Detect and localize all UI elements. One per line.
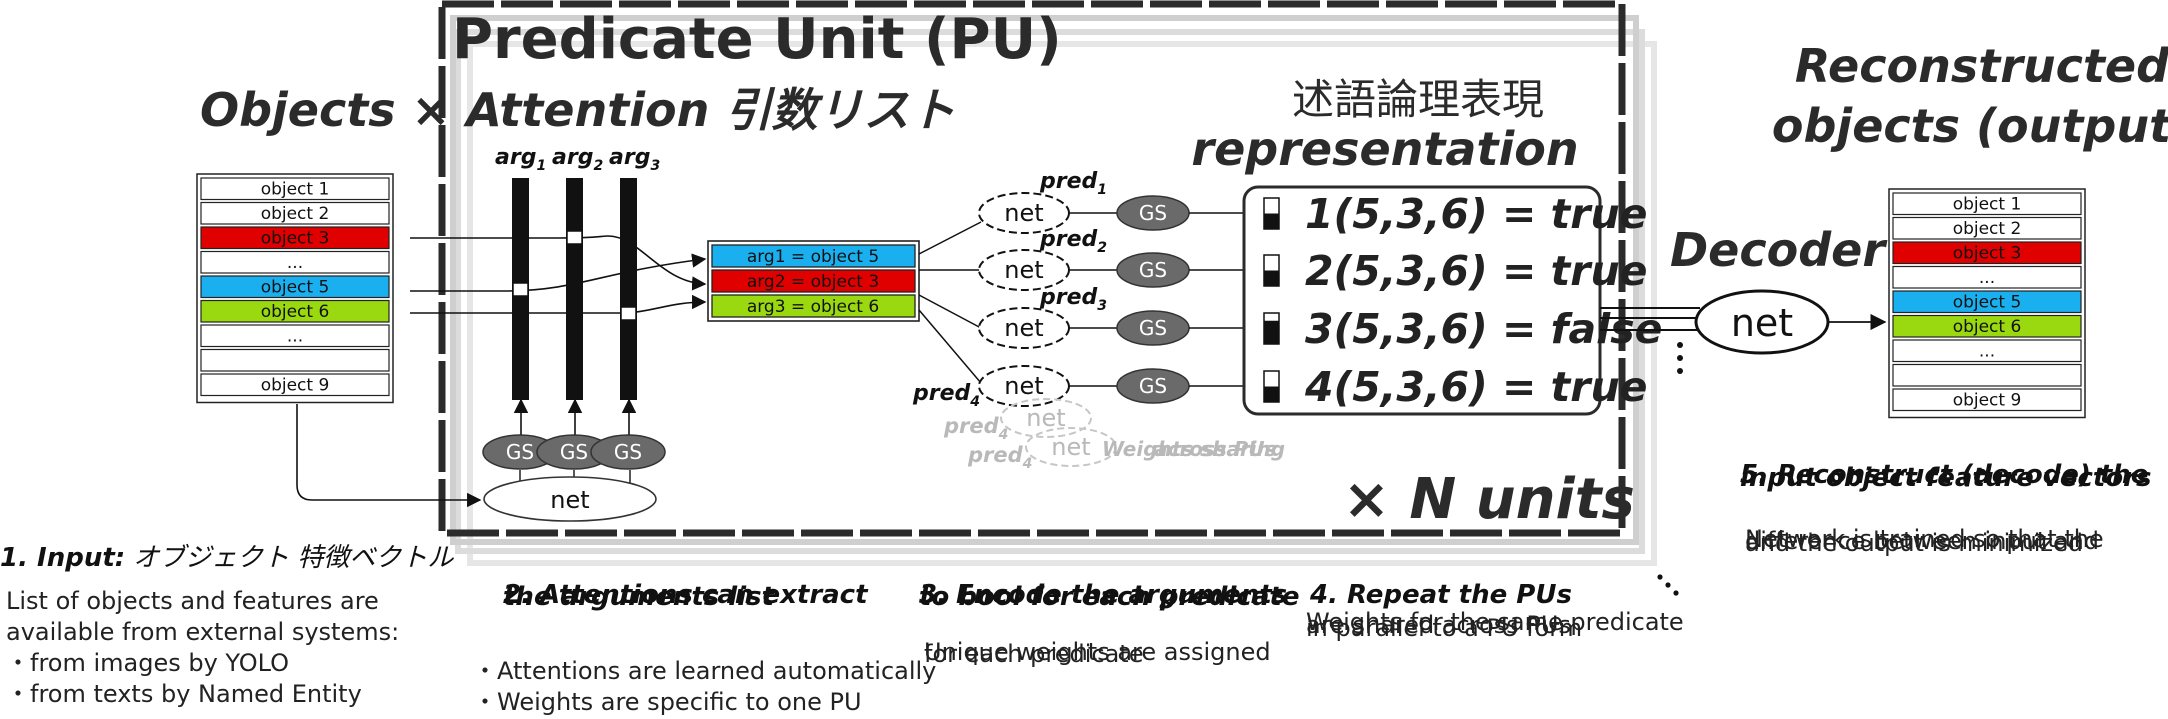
attention-selector-1 xyxy=(512,282,529,297)
output-object-list: object 1 object 2 object 3... object 5 objec… xyxy=(1888,188,2086,419)
predicate-expression-1: 1(5,3,6) = true xyxy=(1305,190,1647,238)
predicate-encoders: netpred1GSnetpred2GSnetpred3GSnetpred4GS xyxy=(912,169,1268,410)
argument-list-box: arg1 = object 5 arg2 = object 3 arg3 = o… xyxy=(707,240,920,322)
pred-net-label-2: net xyxy=(1004,256,1043,284)
step2-title-b: the arguments list xyxy=(503,582,776,612)
predicate-expression-2: 2(5,3,6) = true xyxy=(1305,247,1647,295)
output-heading-line2: objects (output) xyxy=(1772,99,2168,153)
svg-text:net: net xyxy=(1051,433,1090,461)
step5-title-b: input object feature vectors xyxy=(1740,463,2151,493)
pred-net-label-1: net xyxy=(1004,199,1043,227)
input-object-label: ... xyxy=(287,327,303,347)
svg-text:pred4: pred4 xyxy=(967,443,1032,472)
across-pus-text: across PUs xyxy=(1154,437,1277,461)
pred-label-2: pred2 xyxy=(1039,227,1107,256)
arg-label-1: arg1 xyxy=(495,145,546,174)
gs-node-3: GS xyxy=(590,434,666,470)
attention-selector-3 xyxy=(620,306,637,321)
output-object-row xyxy=(1892,363,2082,387)
output-object-label: object 6 xyxy=(1953,317,2022,337)
step2-body-line2: ・Weights are specific to one PU xyxy=(473,688,862,716)
logic-heading-en: representation xyxy=(1191,122,1578,176)
output-heading-line1: Reconstructed xyxy=(1795,39,2168,93)
pred-net-label-3: net xyxy=(1004,314,1043,342)
pred-net-label-4: net xyxy=(1004,372,1043,400)
step5-body-c: and the output is minimized xyxy=(1745,529,2083,557)
decoder-label: Decoder xyxy=(1670,223,1888,277)
weight-sharing-ghost: net net pred4 pred4 Weights sharing acro… xyxy=(943,398,1285,472)
step1-body-line3: ・from images by YOLO xyxy=(6,649,289,677)
input-object-label: object 6 xyxy=(261,302,330,322)
attention-selector-2 xyxy=(566,230,583,245)
objects-attention-heading: Objects × Attention 引数リスト xyxy=(200,83,955,137)
input-object-row xyxy=(200,348,390,372)
output-object-label: ... xyxy=(1979,268,1995,288)
pu-title: Predicate Unit (PU) xyxy=(452,7,1062,72)
arg1-assignment: arg1 = object 5 xyxy=(747,247,879,267)
input-object-label: object 2 xyxy=(261,204,330,224)
step3-title-b: to bool for each predicate xyxy=(919,582,1299,612)
arg2-assignment: arg2 = object 3 xyxy=(747,272,879,292)
pred-label-1: pred1 xyxy=(1039,169,1107,198)
output-object-label: object 2 xyxy=(1953,219,2022,239)
attention-column-2 xyxy=(566,178,583,400)
arg-label-3: arg3 xyxy=(609,145,660,174)
step1-body-line1: List of objects and features are xyxy=(6,587,379,615)
svg-text:net: net xyxy=(550,486,589,514)
step1-body-line2: available from external systems: xyxy=(6,618,399,646)
attention-net: net xyxy=(483,476,657,522)
step4-body-c: in parallel to a PU form xyxy=(1306,614,1582,642)
step1-title: 1. Input: オブジェクト 特徴ベクトル xyxy=(0,543,454,573)
step4-title: 4. Repeat the PUs xyxy=(1309,580,1572,610)
arg-label-2: arg2 xyxy=(552,145,603,174)
output-object-label: object 1 xyxy=(1953,195,2022,215)
pred-label-3: pred3 xyxy=(1039,285,1107,314)
arg3-assignment: arg3 = object 6 xyxy=(747,297,879,317)
svg-text:GS: GS xyxy=(506,440,534,464)
input-object-label: object 5 xyxy=(261,278,330,298)
svg-text:GS: GS xyxy=(614,440,642,464)
step2-body-line1: ・Attentions are learned automatically xyxy=(473,657,936,685)
svg-text:net: net xyxy=(1731,301,1793,345)
logic-heading-ja: 述語論理表現 xyxy=(1292,75,1544,124)
attention-column-3 xyxy=(620,178,637,400)
output-object-label: object 3 xyxy=(1953,244,2022,264)
svg-text:GS: GS xyxy=(1139,316,1167,340)
output-object-label: object 5 xyxy=(1953,293,2022,313)
input-object-list: object 1 object 2 object 3... object 5 objec… xyxy=(196,173,394,404)
units-label: × N units xyxy=(1343,467,1635,532)
step1-body-line4: ・from texts by Named Entity xyxy=(6,680,362,708)
svg-text:GS: GS xyxy=(1139,374,1167,398)
svg-text:pred4: pred4 xyxy=(943,414,1008,443)
decoder-net: net xyxy=(1694,289,1830,355)
svg-text:GS: GS xyxy=(560,440,588,464)
output-object-label: ... xyxy=(1979,342,1995,362)
input-object-label: object 1 xyxy=(261,180,330,200)
predicate-expression-4: 4(5,3,6) = true xyxy=(1304,363,1647,411)
input-object-label: object 9 xyxy=(261,376,330,396)
step3-body-b: for each predicate xyxy=(924,640,1143,668)
input-object-label: object 3 xyxy=(261,229,330,249)
output-object-label: object 9 xyxy=(1953,391,2022,411)
svg-text:GS: GS xyxy=(1139,258,1167,282)
pred-label-4: pred4 xyxy=(912,381,980,410)
pu-architecture-diagram: Predicate Unit (PU) Objects × Attention … xyxy=(0,0,2168,716)
input-object-label: ... xyxy=(287,253,303,273)
svg-text:GS: GS xyxy=(1139,201,1167,225)
